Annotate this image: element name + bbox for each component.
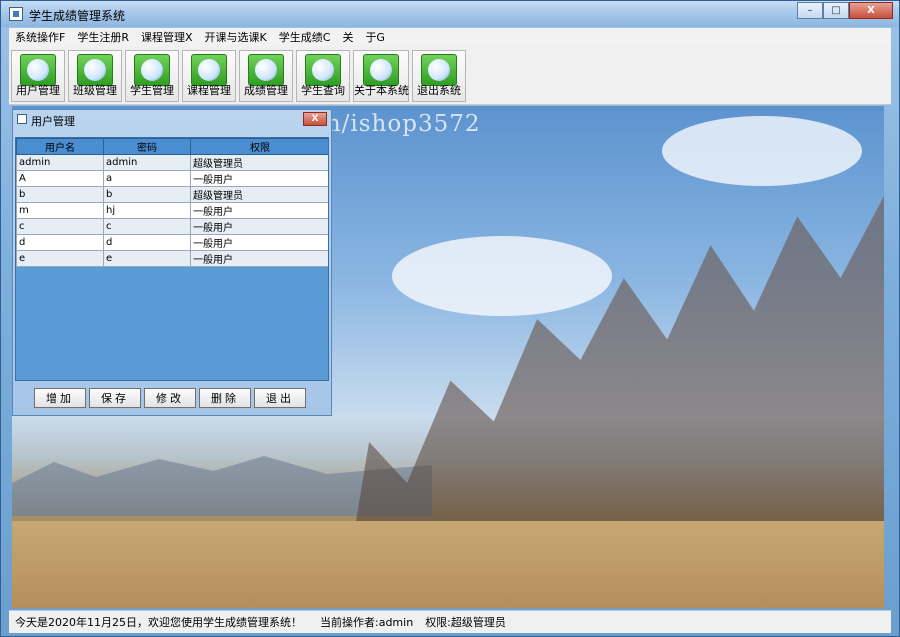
table-row[interactable]: admin admin 超级管理员 xyxy=(16,154,328,171)
toolbar: 用户管理 班级管理 学生管理 课程管理 成绩管理 学生查询 关于本系统 退出系统 xyxy=(9,46,891,105)
menu-about-part1[interactable]: 关 xyxy=(336,29,359,45)
toolbar-label: 成绩管理 xyxy=(244,84,288,97)
edit-button[interactable]: 修改 xyxy=(144,388,196,408)
cell-username[interactable]: A xyxy=(16,170,104,187)
menu-grades[interactable]: 学生成绩C xyxy=(273,29,337,45)
add-button[interactable]: 增加 xyxy=(34,388,86,408)
cell-password[interactable]: d xyxy=(103,234,191,251)
toolbar-grades-button[interactable]: 成绩管理 xyxy=(239,50,293,102)
close-icon: X xyxy=(867,5,875,16)
save-button[interactable]: 保存 xyxy=(89,388,141,408)
toolbar-label: 学生管理 xyxy=(130,84,174,97)
cell-permission[interactable]: 一般用户 xyxy=(190,218,328,235)
toolbar-label: 班级管理 xyxy=(73,84,117,97)
toolbar-label: 学生查询 xyxy=(301,84,345,97)
status-bar: 今天是2020年11月25日，欢迎您使用学生成绩管理系统！ 当前操作者:admi… xyxy=(9,610,891,633)
app-icon xyxy=(9,7,23,21)
maximize-button[interactable]: □ xyxy=(823,2,849,19)
table-header-row: 用户名 密码 权限 xyxy=(16,138,328,155)
toolbar-query-button[interactable]: 学生查询 xyxy=(296,50,350,102)
menu-system[interactable]: 系统操作F xyxy=(9,29,71,45)
close-button[interactable]: X xyxy=(849,2,893,19)
cell-permission[interactable]: 一般用户 xyxy=(190,250,328,267)
table-row[interactable]: m hj 一般用户 xyxy=(16,202,328,219)
main-window: 学生成绩管理系统 – □ X 系统操作F 学生注册R 课程管理X 开课与选课K … xyxy=(0,0,900,637)
toolbar-label: 用户管理 xyxy=(16,84,60,97)
cell-password[interactable]: hj xyxy=(103,202,191,219)
table-row[interactable]: b b 超级管理员 xyxy=(16,186,328,203)
user-management-window: 用户管理 X 用户名 密码 权限 admin admin 超级管理员 A a 一… xyxy=(12,109,332,416)
menu-selection[interactable]: 开课与选课K xyxy=(199,29,273,45)
minimize-icon: – xyxy=(807,5,813,16)
table-row[interactable]: A a 一般用户 xyxy=(16,170,328,187)
close-icon: X xyxy=(311,114,319,124)
toolbar-label: 退出系统 xyxy=(417,84,461,97)
cell-permission[interactable]: 一般用户 xyxy=(190,234,328,251)
cell-password[interactable]: a xyxy=(103,170,191,187)
cell-permission[interactable]: 超级管理员 xyxy=(190,186,328,203)
cell-username[interactable]: c xyxy=(16,218,104,235)
form-buttons: 增加 保存 修改 删除 退出 xyxy=(34,388,309,408)
cell-permission[interactable]: 一般用户 xyxy=(190,202,328,219)
toolbar-user-button[interactable]: 用户管理 xyxy=(11,50,65,102)
toolbar-about-button[interactable]: 关于本系统 xyxy=(353,50,409,102)
cloud-shape xyxy=(662,116,862,186)
cell-username[interactable]: e xyxy=(16,250,104,267)
cell-permission[interactable]: 超级管理员 xyxy=(190,154,328,171)
cell-password[interactable]: admin xyxy=(103,154,191,171)
toolbar-label: 课程管理 xyxy=(187,84,231,97)
cell-password[interactable]: e xyxy=(103,250,191,267)
toolbar-course-button[interactable]: 课程管理 xyxy=(182,50,236,102)
title-bar[interactable]: 学生成绩管理系统 – □ X xyxy=(1,1,899,27)
status-operator: 当前操作者:admin xyxy=(320,616,414,629)
maximize-icon: □ xyxy=(831,5,841,16)
window-title: 学生成绩管理系统 xyxy=(29,9,126,23)
child-close-button[interactable]: X xyxy=(303,112,327,126)
minimize-button[interactable]: – xyxy=(797,2,823,19)
cell-password[interactable]: b xyxy=(103,186,191,203)
column-header-password[interactable]: 密码 xyxy=(103,138,191,155)
menu-about-part2[interactable]: 于G xyxy=(359,29,391,45)
cell-username[interactable]: m xyxy=(16,202,104,219)
delete-button[interactable]: 删除 xyxy=(199,388,251,408)
cell-username[interactable]: b xyxy=(16,186,104,203)
field-shape xyxy=(12,521,884,608)
menu-course[interactable]: 课程管理X xyxy=(135,29,199,45)
toolbar-exit-button[interactable]: 退出系统 xyxy=(412,50,466,102)
column-header-permission[interactable]: 权限 xyxy=(190,138,328,155)
menu-bar: 系统操作F 学生注册R 课程管理X 开课与选课K 学生成绩C 关 于G xyxy=(9,28,891,46)
table-row[interactable]: c c 一般用户 xyxy=(16,218,328,235)
status-date: 今天是2020年11月25日，欢迎您使用学生成绩管理系统！ xyxy=(15,616,302,629)
cell-username[interactable]: admin xyxy=(16,154,104,171)
toolbar-student-button[interactable]: 学生管理 xyxy=(125,50,179,102)
table-row[interactable]: e e 一般用户 xyxy=(16,250,328,267)
table-row[interactable]: d d 一般用户 xyxy=(16,234,328,251)
cell-permission[interactable]: 一般用户 xyxy=(190,170,328,187)
toolbar-class-button[interactable]: 班级管理 xyxy=(68,50,122,102)
cloud-shape xyxy=(392,236,612,316)
child-window-title: 用户管理 xyxy=(31,115,75,128)
status-permission: 权限:超级管理员 xyxy=(425,616,506,629)
exit-button[interactable]: 退出 xyxy=(254,388,306,408)
window-icon xyxy=(17,114,27,124)
column-header-username[interactable]: 用户名 xyxy=(16,138,104,155)
user-table[interactable]: 用户名 密码 权限 admin admin 超级管理员 A a 一般用户 b b… xyxy=(15,137,329,381)
menu-register[interactable]: 学生注册R xyxy=(71,29,135,45)
toolbar-label: 关于本系统 xyxy=(354,84,409,97)
cell-password[interactable]: c xyxy=(103,218,191,235)
cell-username[interactable]: d xyxy=(16,234,104,251)
